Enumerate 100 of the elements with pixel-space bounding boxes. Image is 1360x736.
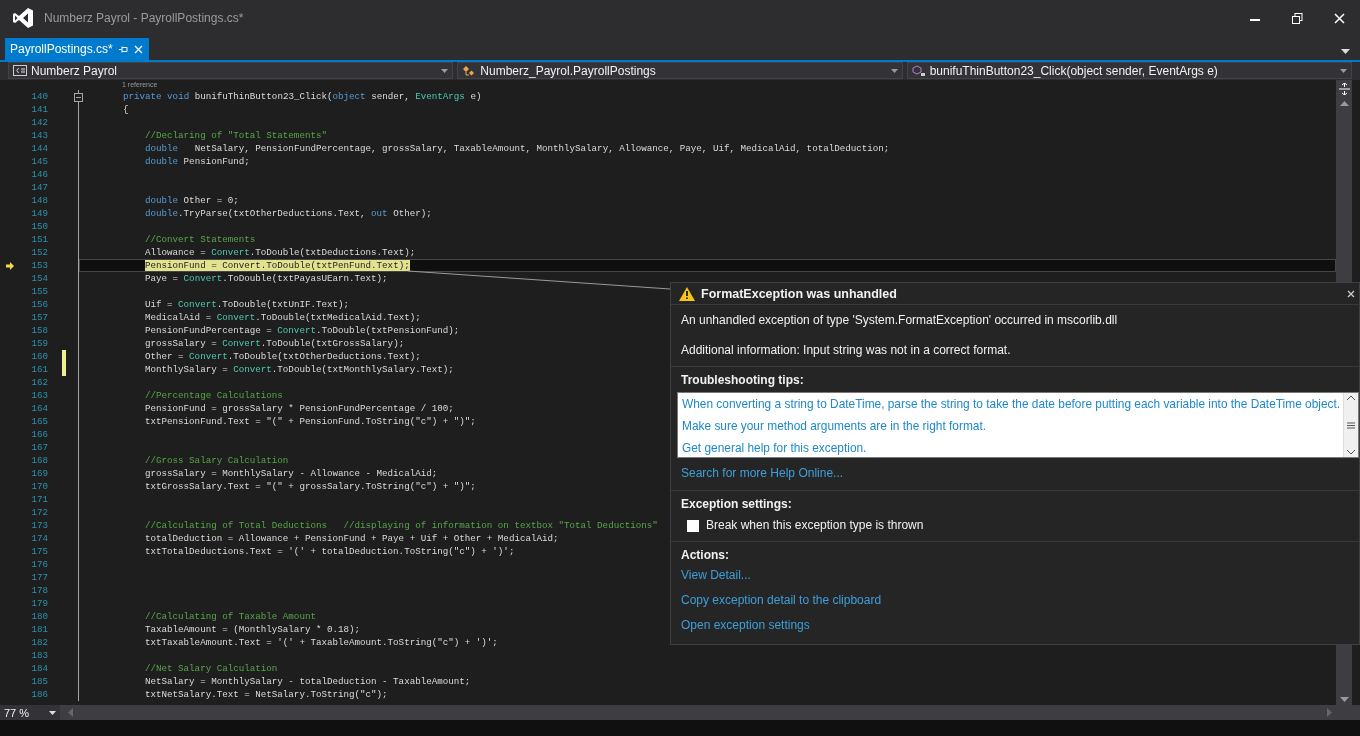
line-number: 147 bbox=[30, 181, 48, 194]
line-number: 172 bbox=[30, 506, 48, 519]
line-number: 140 bbox=[30, 90, 48, 103]
class-icon bbox=[462, 64, 477, 77]
line-number: 158 bbox=[30, 324, 48, 337]
line-number: 175 bbox=[30, 545, 48, 558]
code-line: //Declaring of "Total Statements" bbox=[145, 129, 327, 142]
line-number: 143 bbox=[30, 129, 48, 142]
line-number: 154 bbox=[30, 272, 48, 285]
code-line: txtTotalDeductions.Text = '(' + totalDeduction.ToString("c") + ')'; bbox=[145, 545, 515, 558]
line-number: 149 bbox=[30, 207, 48, 220]
code-line: Other = Convert.ToDouble(txtOtherDeductions.Text); bbox=[145, 350, 421, 363]
section-heading: Troubleshooting tips: bbox=[681, 373, 805, 388]
split-editor-icon[interactable] bbox=[1338, 83, 1350, 95]
additional-information: Additional information: Input string was not in a correct format. bbox=[681, 343, 1012, 358]
scroll-down-icon[interactable] bbox=[1339, 697, 1349, 702]
line-number: 157 bbox=[30, 311, 48, 324]
action-link[interactable]: View Detail... bbox=[681, 563, 1349, 588]
code-line: txtNetSalary.Text = NetSalary.ToString("c"); bbox=[145, 688, 388, 701]
code-line: PensionFund = grossSalary * PensionFundPercentage / 100; bbox=[145, 402, 454, 415]
line-number: 160 bbox=[30, 350, 48, 363]
line-number: 151 bbox=[30, 233, 48, 246]
collapse-icon[interactable] bbox=[74, 93, 83, 102]
code-line: MonthlySalary = Convert.ToDouble(txtMonthlySalary.Text); bbox=[145, 363, 454, 376]
scroll-up-icon[interactable] bbox=[1339, 101, 1349, 106]
scroll-up-icon[interactable] bbox=[1347, 395, 1355, 400]
exception-message: An unhandled exception of type 'System.FormatException' occurred in mscorlib.dll bbox=[681, 313, 1119, 328]
zoom-dropdown[interactable]: 77 % bbox=[0, 705, 60, 720]
line-number: 163 bbox=[30, 389, 48, 402]
tip-link[interactable]: When converting a string to DateTime, parse the string to take the date before putting each variable into the DateTime object. bbox=[682, 393, 1343, 415]
line-number: 164 bbox=[30, 402, 48, 415]
code-line: //Calculating of Taxable Amount bbox=[145, 610, 316, 623]
code-line: TaxableAmount = (MonthlySalary * 0.18); bbox=[145, 623, 361, 636]
line-number: 184 bbox=[30, 662, 48, 675]
line-number: 141 bbox=[30, 103, 48, 116]
line-number: 176 bbox=[30, 558, 48, 571]
caret-icon bbox=[49, 710, 56, 715]
restore-icon bbox=[1291, 12, 1303, 24]
line-number: 148 bbox=[30, 194, 48, 207]
file-tab[interactable]: PayrollPostings.cs* bbox=[5, 38, 149, 60]
line-number: 180 bbox=[30, 610, 48, 623]
class-dropdown[interactable]: Numberz_Payrol.PayrollPostings bbox=[457, 62, 903, 79]
warning-icon bbox=[679, 286, 695, 301]
line-number: 153 bbox=[30, 259, 48, 272]
code-line: totalDeduction = Allowance + PensionFund + Paye + Uif + Other + MedicalAid; bbox=[145, 532, 559, 545]
code-line: //Convert Statements bbox=[145, 233, 256, 246]
action-link[interactable]: Copy exception detail to the clipboard bbox=[681, 588, 1349, 613]
search-help-link[interactable]: Search for more Help Online... bbox=[681, 462, 1349, 484]
scroll-down-icon[interactable] bbox=[1347, 450, 1355, 455]
line-number: 162 bbox=[30, 376, 48, 389]
scroll-thumb-icon[interactable] bbox=[1347, 421, 1355, 429]
line-number: 171 bbox=[30, 493, 48, 506]
line-number: 178 bbox=[30, 584, 48, 597]
project-dropdown[interactable]: Numberz Payrol bbox=[8, 62, 454, 79]
caret-icon bbox=[1340, 68, 1347, 73]
code-line: //Net Salary Calculation bbox=[145, 662, 278, 675]
code-line: PensionFundPercentage = Convert.ToDouble(txtPensionFund); bbox=[145, 324, 460, 337]
member-dropdown[interactable]: bunifuThinButton23_Click(object sender, EventArgs e) bbox=[906, 62, 1352, 79]
line-number: 179 bbox=[30, 597, 48, 610]
window-title: Numberz Payrol - PayrollPostings.cs* bbox=[44, 11, 245, 25]
line-number: 159 bbox=[30, 337, 48, 350]
code-line: MedicalAid = Convert.ToDouble(txtMedicalAid.Text); bbox=[145, 311, 421, 324]
line-number: 152 bbox=[30, 246, 48, 259]
line-number: 173 bbox=[30, 519, 48, 532]
line-number: 142 bbox=[30, 116, 48, 129]
tip-link[interactable]: Get general help for this exception. bbox=[682, 437, 1343, 459]
caret-icon bbox=[890, 68, 898, 73]
line-number: 165 bbox=[30, 415, 48, 428]
code-line: grossSalary = MonthlySalary - Allowance - MedicalAid; bbox=[145, 467, 438, 480]
pin-icon[interactable] bbox=[118, 44, 128, 54]
checkbox-box[interactable] bbox=[687, 519, 699, 532]
line-number: 177 bbox=[30, 571, 48, 584]
code-line: Uif = Convert.ToDouble(txtUnIF.Text); bbox=[145, 298, 350, 311]
code-line: //Gross Salary Calculation bbox=[145, 454, 289, 467]
visual-studio-logo-icon bbox=[12, 7, 34, 29]
line-number: 182 bbox=[30, 636, 48, 649]
line-number: 167 bbox=[30, 441, 48, 454]
line-number: 156 bbox=[30, 298, 48, 311]
close-icon bbox=[1333, 12, 1345, 24]
action-link[interactable]: Open exception settings bbox=[681, 613, 1349, 638]
line-number: 161 bbox=[30, 363, 48, 376]
line-number: 144 bbox=[30, 142, 48, 155]
section-heading: Exception settings: bbox=[681, 497, 793, 512]
line-number: 174 bbox=[30, 532, 48, 545]
line-number: 183 bbox=[30, 649, 48, 662]
line-number: 150 bbox=[30, 220, 48, 233]
method-icon bbox=[911, 64, 926, 77]
break-checkbox[interactable]: Break when this exception type is thrown bbox=[687, 518, 1349, 533]
tip-link[interactable]: Make sure your method arguments are in the right format. bbox=[682, 415, 1343, 437]
close-icon[interactable] bbox=[1347, 289, 1355, 298]
checkbox-label[interactable]: Break when this exception type is thrown bbox=[706, 518, 924, 533]
tips-scrollbar[interactable] bbox=[1343, 393, 1358, 457]
line-number: 170 bbox=[30, 480, 48, 493]
line-number: 155 bbox=[30, 285, 48, 298]
code-line: NetSalary = MonthlySalary - totalDeduction - TaxableAmount; bbox=[145, 675, 471, 688]
code-line: txtPensionFund.Text = "(" + PensionFund.ToString("c") + ")"; bbox=[145, 415, 476, 428]
line-number: 146 bbox=[30, 168, 48, 181]
code-line: { bbox=[123, 103, 129, 116]
tab-list-dropdown-icon[interactable] bbox=[1341, 49, 1350, 54]
line-number: 169 bbox=[30, 467, 48, 480]
